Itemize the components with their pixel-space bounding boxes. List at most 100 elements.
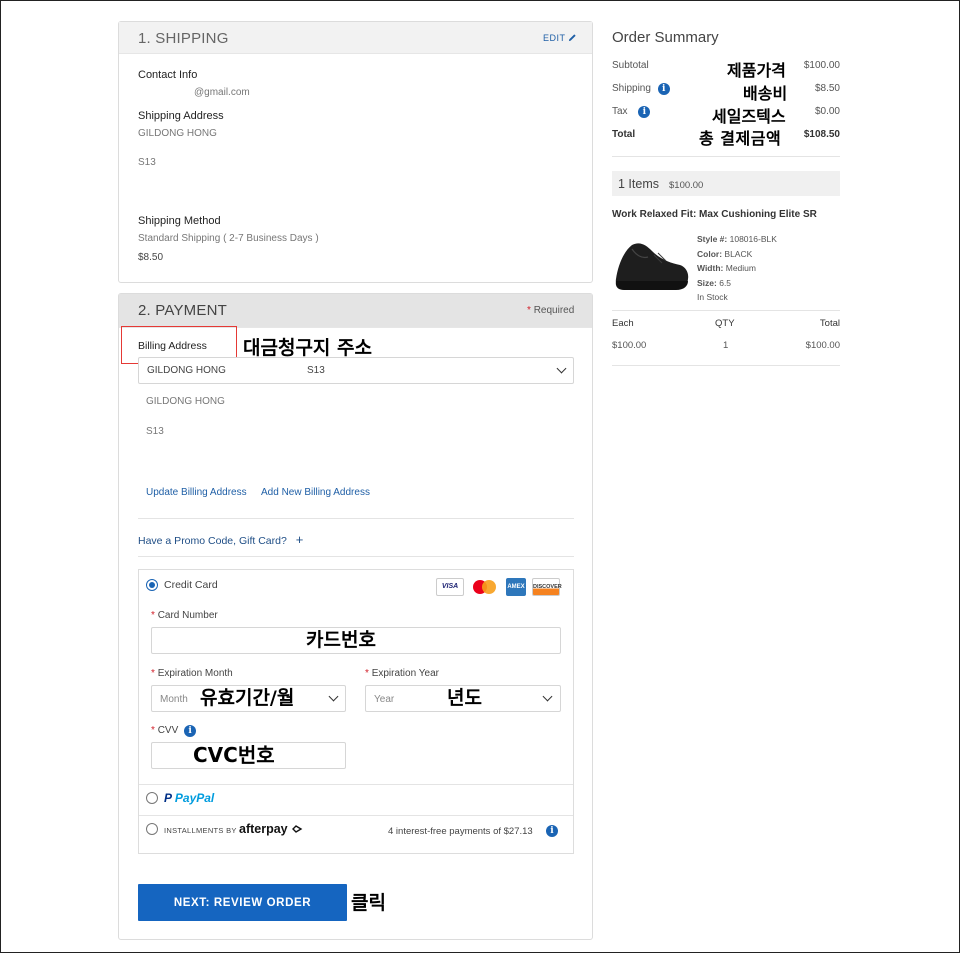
shipping-row-label-text: Shipping: [612, 83, 651, 94]
cvv-label-text: CVV: [157, 725, 179, 736]
info-icon[interactable]: i: [638, 106, 651, 118]
color-label: Color:: [697, 248, 723, 259]
next-review-order-button[interactable]: NEXT: REVIEW ORDER: [138, 884, 347, 921]
total-value: $108.50: [803, 129, 840, 140]
product-name[interactable]: Work Relaxed Fit: Max Cushioning Elite S…: [612, 209, 817, 220]
shipping-address-name: GILDONG HONG: [138, 128, 217, 139]
size-row: Size: 6.5: [697, 276, 777, 291]
shipping-address-label: Shipping Address: [138, 110, 224, 122]
order-summary-title: Order Summary: [612, 29, 719, 46]
payment-title: 2. PAYMENT: [138, 302, 227, 319]
divider: [138, 518, 574, 519]
annotation-year: 년도: [447, 687, 482, 709]
divider: [139, 784, 573, 785]
shipping-method-price: $8.50: [138, 252, 164, 263]
pencil-icon: [569, 34, 577, 42]
exp-month-label-text: Expiration Month: [157, 668, 233, 679]
product-details: Style #: 108016-BLK Color: BLACK Width: …: [697, 232, 777, 305]
width-row: Width: Medium: [697, 261, 777, 276]
info-icon[interactable]: i: [546, 825, 558, 837]
payment-panel: 2. PAYMENT * Required Billing Address GI…: [118, 293, 593, 940]
edit-link[interactable]: EDIT: [543, 33, 577, 43]
annotation-sales-tax: 세일즈텍스: [712, 107, 786, 126]
contact-email: @gmail.com: [194, 87, 250, 98]
paypal-p-icon: P: [164, 791, 172, 805]
exp-month-placeholder: Month: [160, 694, 188, 705]
contact-info-label: Contact Info: [138, 69, 198, 81]
col-total: Total: [819, 318, 840, 329]
divider: [612, 310, 840, 311]
col-qty: QTY: [715, 318, 735, 329]
size-label: Size:: [697, 277, 717, 288]
billing-select-name: GILDONG HONG: [147, 365, 226, 376]
annotation-total-amount: 총 결제금액: [699, 129, 782, 148]
col-each: Each: [612, 318, 634, 329]
each-value: $100.00: [612, 340, 647, 351]
shipping-panel: 1. SHIPPING EDIT Contact Info @gmail.com…: [118, 21, 593, 283]
annotation-shipping-fee: 배송비: [743, 84, 788, 103]
style-row: Style #: 108016-BLK: [697, 232, 777, 247]
shipping-row-value: $8.50: [814, 83, 840, 94]
divider: [138, 556, 574, 557]
credit-card-label: Credit Card: [164, 579, 218, 591]
required-asterisk: *: [151, 725, 155, 736]
billing-line: S13: [146, 426, 164, 437]
promo-toggle[interactable]: Have a Promo Code, Gift Card? +: [138, 532, 303, 547]
required-asterisk: *: [151, 668, 155, 679]
shoe-image: [615, 243, 689, 290]
chevron-down-icon: [542, 691, 553, 702]
paypal-label: PayPal: [174, 791, 215, 805]
required-asterisk: *: [151, 610, 155, 621]
annotation-card-number: 카드번호: [306, 629, 376, 651]
afterpay-radio[interactable]: [146, 823, 158, 835]
shipping-row-label: Shipping i: [612, 83, 670, 95]
tax-label-text: Tax: [612, 106, 628, 117]
required-label: Required: [533, 305, 575, 316]
tax-label: Tax i: [612, 106, 651, 118]
line-total-value: $100.00: [805, 340, 840, 351]
annotation-expiry-month: 유효기간/월: [200, 687, 295, 709]
paypal-radio[interactable]: [146, 792, 158, 804]
afterpay-arrows-icon: [292, 825, 303, 833]
chevron-down-icon: [556, 363, 567, 374]
shipping-address-line: S13: [138, 157, 156, 168]
size-value: 6.5: [719, 277, 732, 288]
billing-address-select[interactable]: GILDONG HONG S13: [138, 357, 574, 384]
add-billing-link[interactable]: Add New Billing Address: [261, 487, 370, 498]
promo-label: Have a Promo Code, Gift Card?: [138, 535, 287, 547]
subtotal-value: $100.00: [803, 60, 840, 71]
width-value: Medium: [725, 263, 756, 274]
required-asterisk: *: [365, 668, 369, 679]
afterpay-logo: afterpay: [239, 822, 303, 836]
annotation-click: 클릭: [351, 892, 386, 914]
visa-logo: VISA: [436, 578, 464, 596]
shipping-title: 1. SHIPPING: [138, 30, 229, 47]
exp-year-label-text: Expiration Year: [371, 668, 439, 679]
tax-value: $0.00: [814, 106, 840, 117]
required-asterisk: *: [527, 305, 531, 316]
plus-icon: +: [295, 532, 304, 547]
payment-methods-box: Credit Card VISA mastercard AMEX DISCOVE…: [138, 569, 574, 854]
afterpay-note: 4 interest-free payments of $27.13: [388, 826, 533, 837]
info-icon[interactable]: i: [657, 83, 670, 95]
payment-header: 2. PAYMENT * Required: [119, 294, 592, 328]
billing-address-label: Billing Address: [138, 340, 207, 352]
required-note: * Required: [527, 305, 574, 316]
update-billing-link[interactable]: Update Billing Address: [146, 487, 247, 498]
total-label: Total: [612, 129, 636, 140]
style-value: 108016-BLK: [729, 234, 777, 244]
stock-status: In Stock: [697, 292, 728, 303]
discover-logo: DISCOVER: [532, 578, 562, 596]
credit-card-radio[interactable]: [146, 579, 158, 591]
afterpay-label: afterpay: [239, 822, 288, 836]
annotation-product-price: 제품가격: [727, 61, 786, 80]
style-label: Style #:: [697, 234, 728, 244]
subtotal-label: Subtotal: [612, 60, 649, 71]
color-row: Color: BLACK: [697, 247, 777, 262]
divider: [612, 156, 840, 157]
color-value: BLACK: [724, 248, 753, 259]
qty-value: 1: [723, 340, 729, 351]
info-icon[interactable]: i: [184, 725, 197, 737]
annotation-cvc: CVC번호: [193, 743, 275, 767]
billing-name: GILDONG HONG: [146, 396, 225, 407]
